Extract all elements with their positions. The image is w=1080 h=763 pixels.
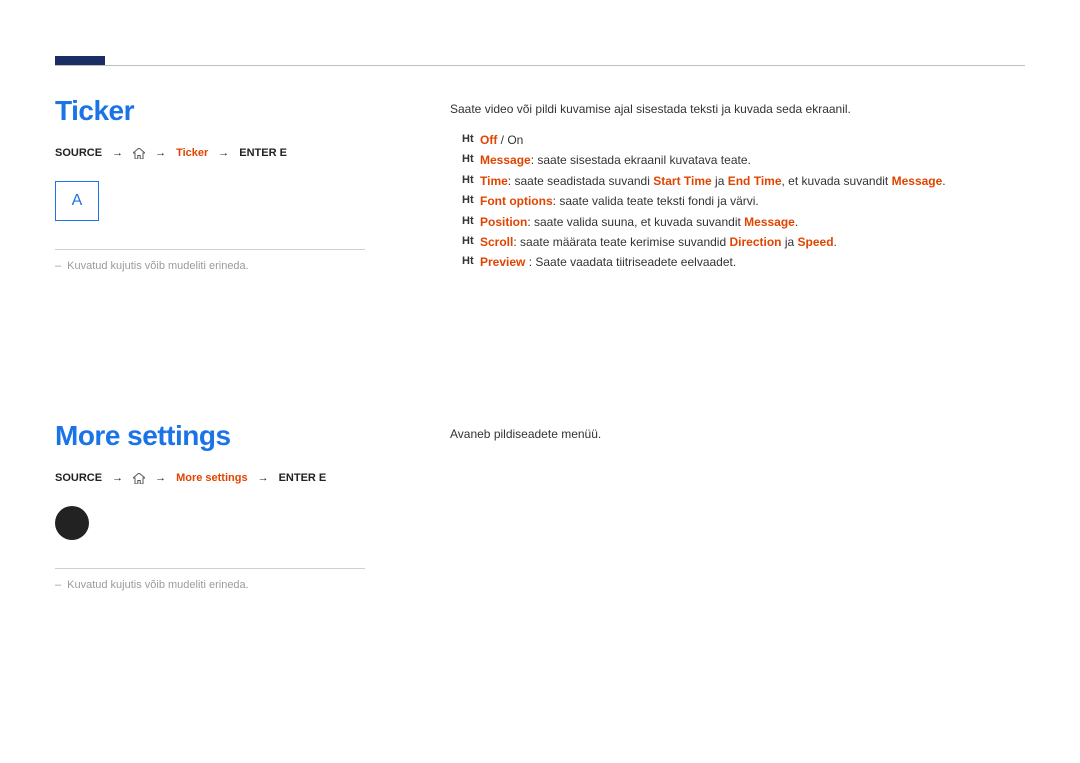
feature-label: Font options — [480, 194, 553, 208]
path-source: SOURCE — [55, 472, 102, 484]
path-arrow: → — [112, 147, 123, 159]
keyword: Direction — [729, 235, 781, 249]
feature-label: Position — [480, 215, 527, 229]
keyword: Message — [744, 215, 795, 229]
feature-item: Message: saate sisestada ekraanil kuvata… — [462, 150, 1025, 170]
feature-label: Message — [480, 153, 531, 167]
feature-label: Preview — [480, 255, 525, 269]
path-label: More settings — [176, 472, 248, 484]
feature-list-ticker: Off / OnMessage: saate sisestada ekraani… — [450, 130, 1025, 273]
feature-label: Off — [480, 133, 497, 147]
feature-item: Off / On — [462, 130, 1025, 150]
path-enter: ENTER E — [279, 472, 327, 484]
panel-icon: A — [55, 181, 99, 221]
keyword: End Time — [728, 174, 782, 188]
path-label: Ticker — [176, 147, 208, 159]
section-title-ticker: Ticker — [55, 95, 365, 127]
feature-label: Scroll — [480, 235, 513, 249]
path-arrow: → — [112, 472, 123, 484]
feature-item: Position: saate valida suuna, et kuvada … — [462, 212, 1025, 232]
feature-item: Time: saate seadistada suvandi Start Tim… — [462, 171, 1025, 191]
keyword: Speed — [798, 235, 834, 249]
section-title-more-settings: More settings — [55, 420, 365, 452]
feature-text: : Saate vaadata tiitriseadete eelvaadet. — [525, 255, 736, 269]
footnote: –Kuvatud kujutis võib mudeliti erineda. — [55, 260, 365, 272]
section2-intro: Avaneb pildiseadete menüü. — [450, 425, 1025, 443]
feature-label: Time — [480, 174, 508, 188]
feature-item: Font options: saate valida teate teksti … — [462, 191, 1025, 211]
breadcrumb-ticker: SOURCE → → Ticker → ENTER E — [55, 147, 365, 159]
path-arrow: → — [258, 472, 269, 484]
feature-item: Scroll: saate määrata teate kerimise suv… — [462, 232, 1025, 252]
feature-text: : saate sisestada ekraanil kuvatava teat… — [531, 153, 751, 167]
path-arrow: → — [155, 472, 166, 484]
section1-intro: Saate video või pildi kuvamise ajal sise… — [450, 100, 1025, 118]
home-icon — [133, 148, 145, 159]
home-icon — [133, 473, 145, 484]
feature-item: Preview : Saate vaadata tiitriseadete ee… — [462, 252, 1025, 272]
divider — [55, 568, 365, 569]
panel-letter: A — [72, 192, 83, 210]
settings-icon — [55, 506, 89, 540]
footnote: –Kuvatud kujutis võib mudeliti erineda. — [55, 579, 365, 591]
path-arrow: → — [218, 147, 229, 159]
keyword: Start Time — [653, 174, 711, 188]
keyword: Message — [892, 174, 943, 188]
path-enter: ENTER E — [239, 147, 287, 159]
feature-text: : saate valida teate teksti fondi ja vär… — [553, 194, 759, 208]
path-arrow: → — [155, 147, 166, 159]
path-source: SOURCE — [55, 147, 102, 159]
feature-text: / On — [497, 133, 523, 147]
divider — [55, 249, 365, 250]
breadcrumb-more-settings: SOURCE → → More settings → ENTER E — [55, 472, 365, 484]
